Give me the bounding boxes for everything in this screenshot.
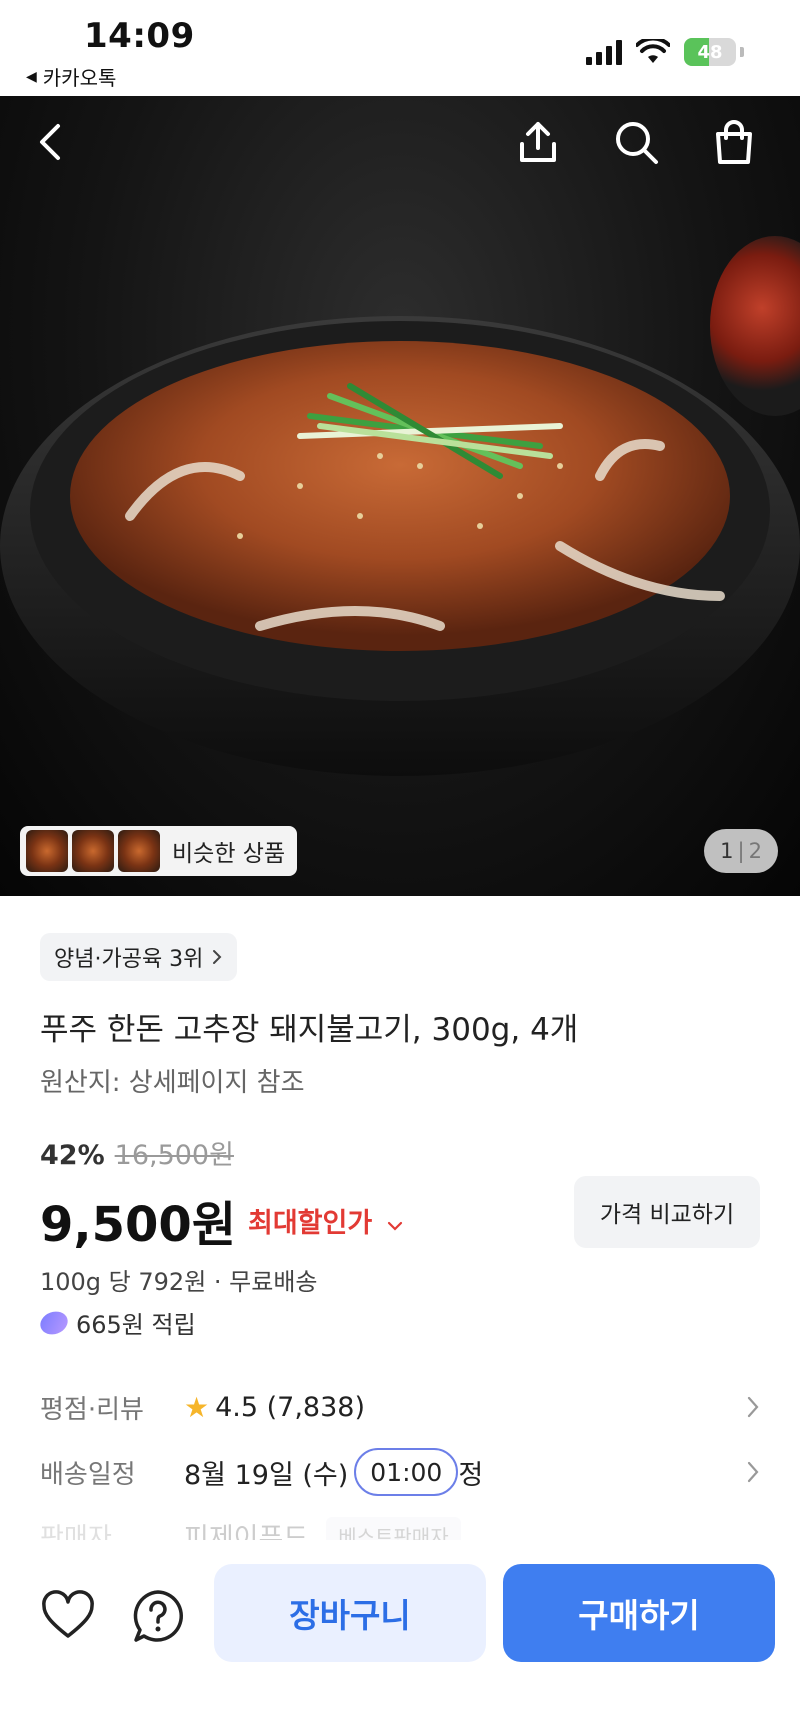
status-bar: 14:09 ◀ 카카오톡 48 (0, 0, 800, 96)
heart-icon[interactable] (40, 1588, 96, 1644)
unit-price-shipping: 100g 당 792원 · 무료배송 (40, 1268, 318, 1296)
rating-review-row[interactable]: 평점·리뷰 ★ 4.5 (7,838) (40, 1382, 760, 1432)
chevron-right-icon (747, 1396, 759, 1418)
similar-products-label: 비슷한 상품 (172, 841, 286, 867)
chevron-right-icon (747, 1461, 759, 1483)
product-title: 푸주 한돈 고추장 돼지불고기, 300g, 4개 (40, 1012, 579, 1048)
search-icon[interactable] (612, 118, 660, 166)
rating-label: 평점·리뷰 (40, 1394, 144, 1425)
category-rank-chip[interactable]: 양념·가공육 3위 (40, 933, 238, 981)
back-arrow-icon[interactable] (28, 118, 76, 166)
shopping-bag-icon[interactable] (710, 118, 758, 166)
back-app-label: 카카오톡 (42, 66, 117, 90)
price-line: 9,500원 최대할인가 (40, 1185, 404, 1255)
points-text: 665원 적립 (76, 1311, 196, 1339)
discount-percent: 42% (40, 1140, 105, 1171)
delivery-date: 8월 19일 (수) (184, 1459, 349, 1491)
price-compare-button[interactable]: 가격 비교하기 (574, 1176, 760, 1248)
wifi-icon (636, 39, 670, 63)
image-page-indicator: 1 | 2 (704, 829, 778, 873)
similar-thumb (118, 830, 160, 872)
buy-now-button[interactable]: 구매하기 (503, 1564, 775, 1662)
help-question-icon[interactable] (130, 1588, 186, 1644)
back-triangle-icon: ◀ (26, 68, 37, 85)
product-photo (0, 316, 800, 776)
cellular-signal-icon (586, 39, 622, 65)
similar-thumb (26, 830, 68, 872)
status-indicators: 48 (586, 38, 744, 66)
share-icon[interactable] (514, 118, 562, 166)
back-to-app-link[interactable]: ◀ 카카오톡 (26, 62, 116, 91)
best-price-dropdown[interactable]: 최대할인가 (248, 1201, 404, 1240)
original-price: 16,500원 (114, 1140, 234, 1171)
product-image-carousel[interactable]: 비슷한 상품 1 | 2 (0, 96, 800, 896)
delivery-row[interactable]: 배송일정 8월 19일 (수) 01:00 정 (40, 1444, 760, 1500)
delivery-suffix: 정 (458, 1459, 484, 1491)
points-icon (37, 1307, 71, 1338)
similar-thumb (72, 830, 114, 872)
rating-value: 4.5 (7,838) (215, 1391, 365, 1423)
similar-products-button[interactable]: 비슷한 상품 (20, 826, 298, 876)
delivery-label: 배송일정 (40, 1459, 136, 1490)
star-icon: ★ (184, 1390, 210, 1424)
chevron-down-icon (387, 1221, 402, 1231)
delivery-countdown: 01:00 (354, 1448, 459, 1496)
page-current: 1 (720, 839, 734, 863)
hero-toolbar (0, 96, 800, 186)
sale-price: 9,500원 (40, 1197, 236, 1253)
battery-percent: 48 (697, 41, 723, 63)
battery-icon: 48 (684, 38, 736, 66)
reward-points: 665원 적립 (37, 1305, 196, 1340)
bottom-action-bar: 장바구니 구매하기 (0, 1540, 800, 1731)
page-total: 2 (748, 839, 762, 863)
rank-label: 양념·가공육 3위 (54, 947, 204, 972)
add-to-cart-button[interactable]: 장바구니 (214, 1564, 486, 1662)
origin-info: 원산지: 상세페이지 참조 (40, 1068, 305, 1098)
chevron-right-icon (213, 950, 222, 964)
discount-line: 42% 16,500원 (40, 1133, 234, 1172)
status-time: 14:09 (84, 16, 195, 56)
